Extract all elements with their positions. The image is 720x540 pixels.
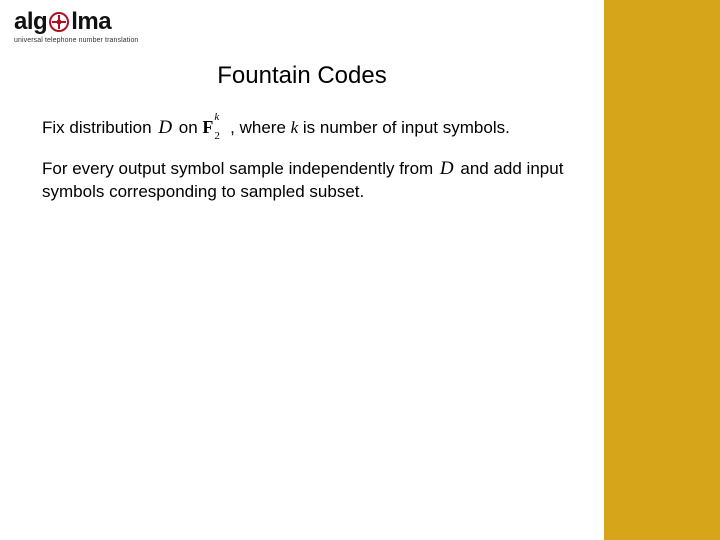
logo-text-right: lma [71,8,111,36]
symbol-F-sup-k: k [214,110,219,124]
logo-target-icon [48,11,70,33]
text: Fix distribution [42,118,156,137]
slide-title: Fountain Codes [0,62,604,90]
paragraph-1: Fix distribution D on Fk2 , where k is n… [42,116,582,141]
paragraph-2: For every output symbol sample independe… [42,157,582,204]
symbol-F-sub-2: 2 [214,129,220,143]
logo-wordmark: alg lma [14,8,138,36]
symbol-F: F [202,117,213,137]
logo-text-left: alg [14,8,47,36]
text: For every output symbol sample independe… [42,159,438,178]
symbol-D: D [156,117,174,138]
slide: alg lma universal telephone number trans… [0,0,720,540]
text: is number of input symbols. [298,118,510,137]
text: on [174,118,202,137]
slide-body: Fix distribution D on Fk2 , where k is n… [42,116,582,219]
logo: alg lma universal telephone number trans… [14,8,138,44]
logo-tagline: universal telephone number translation [14,37,138,44]
accent-band [604,0,720,540]
symbol-F2k: Fk2 [202,116,215,139]
text: , where [225,118,290,137]
symbol-D: D [438,158,456,179]
